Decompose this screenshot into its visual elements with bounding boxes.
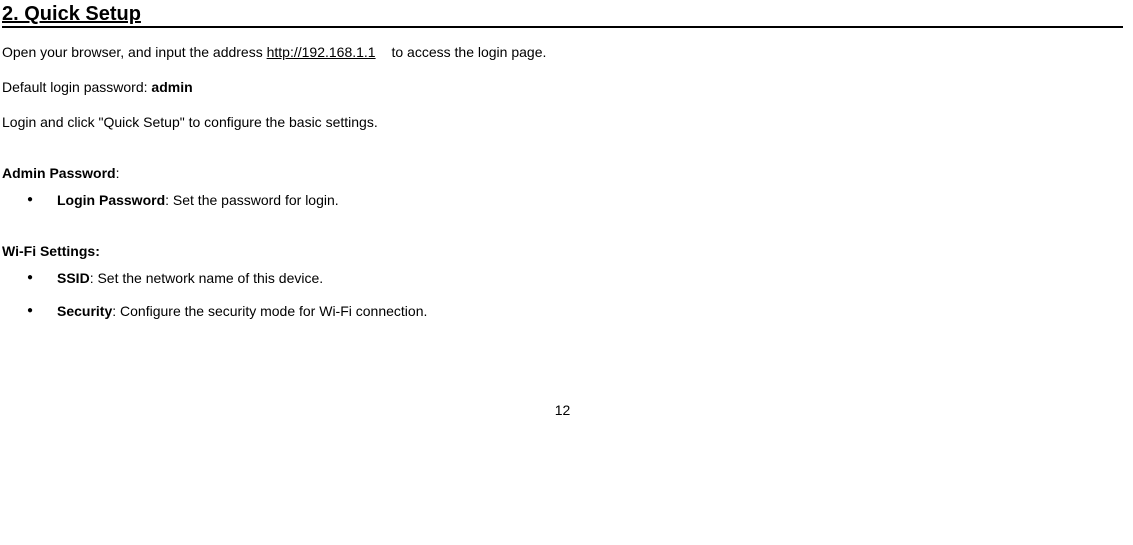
admin-password-heading-text: Admin Password [2,165,116,181]
default-login-value: admin [151,79,192,95]
login-url: http://192.168.1.1 [267,44,376,60]
list-item-desc: : Set the network name of this device. [90,270,323,286]
admin-password-heading: Admin Password: [2,163,1123,184]
list-item: Login Password: Set the password for log… [57,190,1123,211]
default-login-label: Default login password: [2,79,151,95]
page-number: 12 [2,402,1123,418]
list-item: SSID: Set the network name of this devic… [57,268,1123,289]
list-item-term: Security [57,303,112,319]
login-instruction: Login and click "Quick Setup" to configu… [2,112,1123,133]
intro-prefix: Open your browser, and input the address [2,44,267,60]
default-login-paragraph: Default login password: admin [2,77,1123,98]
intro-suffix: to access the login page. [391,44,546,60]
list-item-desc: : Configure the security mode for Wi-Fi … [112,303,427,319]
section-title-row: 2. Quick Setup [2,3,1123,28]
admin-password-list: Login Password: Set the password for log… [2,190,1123,211]
list-item-term: SSID [57,270,90,286]
list-item-term: Login Password [57,192,165,208]
intro-paragraph: Open your browser, and input the address… [2,42,1123,63]
list-item: Security: Configure the security mode fo… [57,301,1123,322]
section-title: 2. Quick Setup [2,3,141,26]
wifi-settings-heading: Wi-Fi Settings: [2,241,1123,262]
wifi-settings-list: SSID: Set the network name of this devic… [2,268,1123,322]
admin-password-colon: : [116,165,120,181]
list-item-desc: : Set the password for login. [165,192,339,208]
